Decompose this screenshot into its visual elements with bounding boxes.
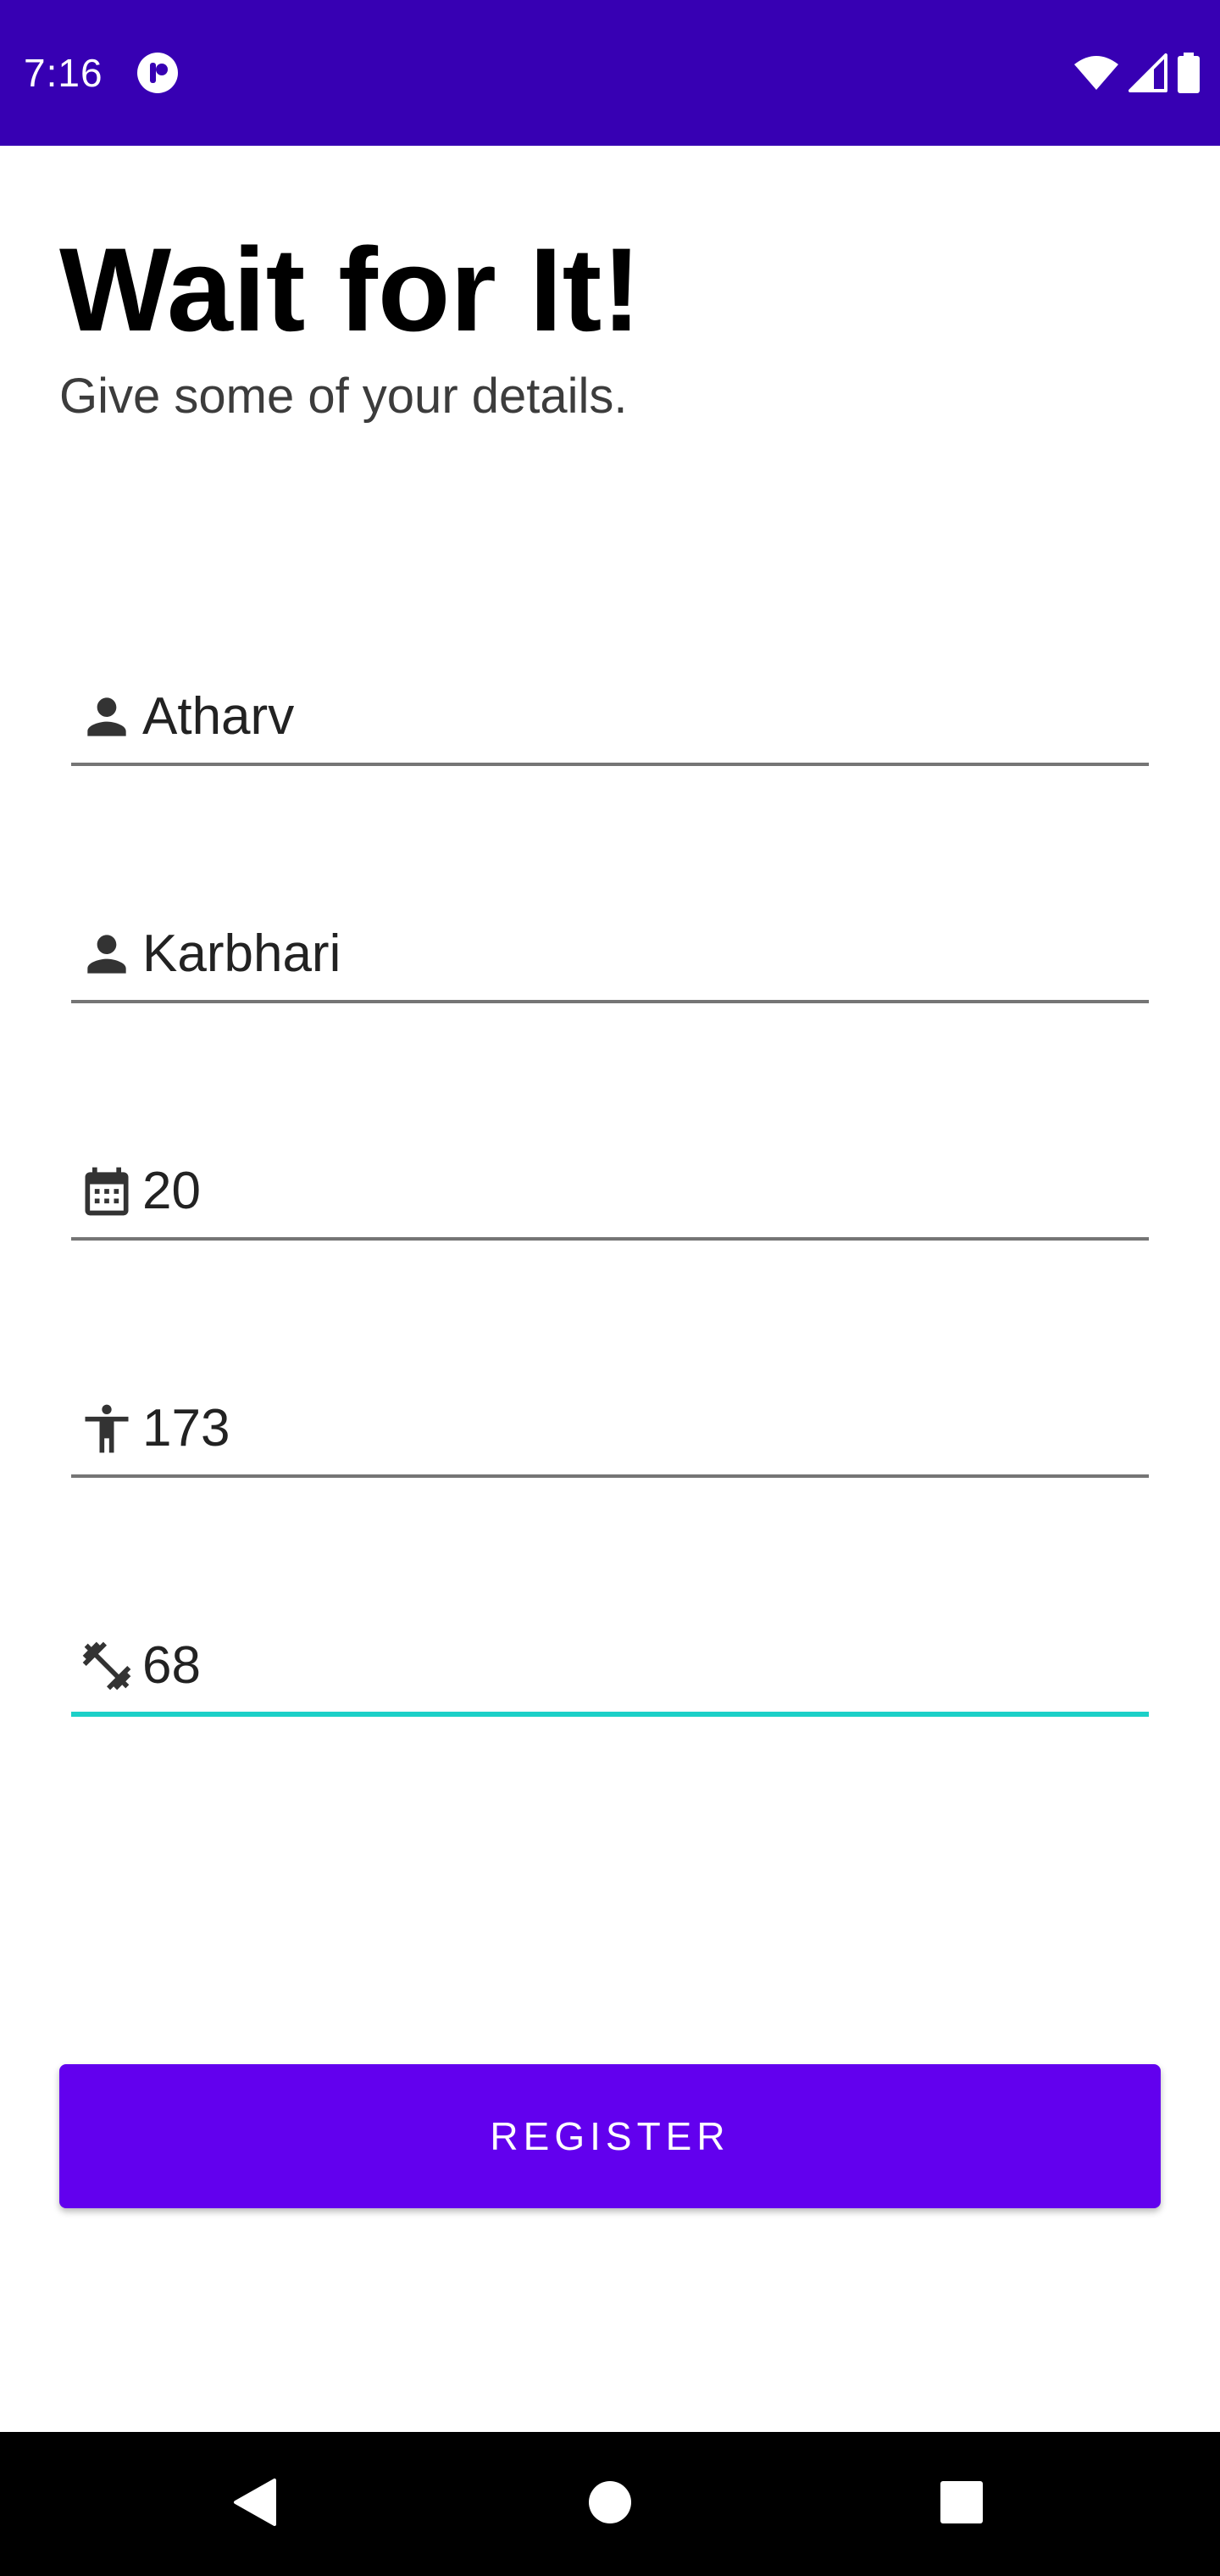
page-subtitle: Give some of your details. bbox=[59, 369, 628, 424]
app-notification-icon bbox=[136, 51, 180, 95]
height-input[interactable] bbox=[142, 1393, 1125, 1464]
status-icons bbox=[1073, 49, 1201, 97]
back-button[interactable] bbox=[216, 2466, 292, 2542]
age-input[interactable] bbox=[142, 1156, 1125, 1227]
weight-input[interactable] bbox=[142, 1630, 1125, 1702]
back-icon bbox=[230, 2477, 278, 2532]
person-icon bbox=[78, 925, 136, 983]
weight-field[interactable] bbox=[71, 1610, 1149, 1717]
cell-signal-icon bbox=[1128, 53, 1167, 92]
home-button[interactable] bbox=[572, 2466, 648, 2542]
status-time: 7:16 bbox=[24, 51, 103, 95]
last-name-input[interactable] bbox=[142, 919, 1125, 990]
fitness-dumbbell-icon bbox=[78, 1637, 136, 1695]
person-icon bbox=[78, 688, 136, 746]
page-title: Wait for It! bbox=[59, 223, 641, 356]
recents-button[interactable] bbox=[923, 2466, 1000, 2542]
home-icon bbox=[588, 2480, 632, 2529]
height-field[interactable] bbox=[71, 1373, 1149, 1478]
calendar-icon bbox=[78, 1163, 136, 1220]
last-name-field[interactable] bbox=[71, 898, 1149, 1003]
battery-icon bbox=[1176, 53, 1201, 93]
first-name-input[interactable] bbox=[142, 681, 1125, 752]
wifi-icon bbox=[1073, 54, 1120, 92]
status-bar: 7:16 bbox=[0, 0, 1220, 146]
register-button[interactable]: REGISTER bbox=[59, 2064, 1161, 2208]
age-field[interactable] bbox=[71, 1135, 1149, 1241]
accessibility-icon bbox=[78, 1400, 136, 1457]
first-name-field[interactable] bbox=[71, 661, 1149, 766]
navigation-bar bbox=[0, 2432, 1220, 2576]
recents-icon bbox=[940, 2480, 984, 2529]
